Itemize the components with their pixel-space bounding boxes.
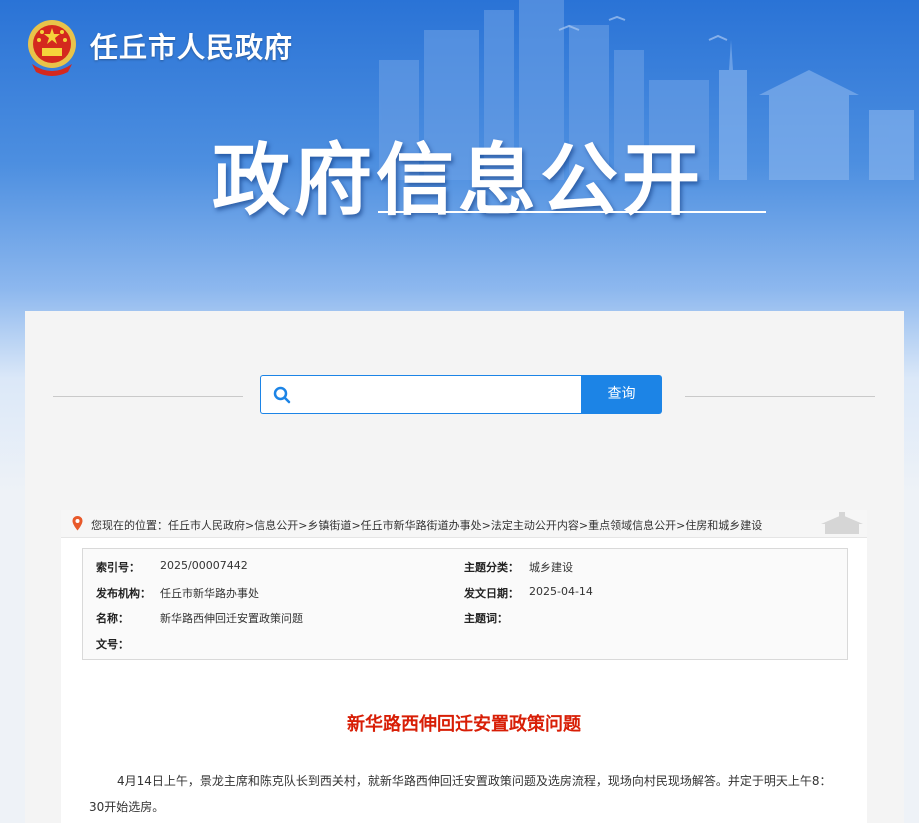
breadcrumb-prefix: 您现在的位置： [91, 519, 168, 532]
breadcrumb-separator: > [676, 519, 686, 532]
breadcrumb-path: 您现在的位置：任丘市人民政府>信息公开>乡镇街道>任丘市新华路街道办事处>法定主… [91, 517, 762, 533]
breadcrumb-separator: > [578, 519, 589, 532]
article-container: 您现在的位置：任丘市人民政府>信息公开>乡镇街道>任丘市新华路街道办事处>法定主… [61, 510, 867, 823]
title-underline [378, 211, 766, 213]
breadcrumb: 您现在的位置：任丘市人民政府>信息公开>乡镇街道>任丘市新华路街道办事处>法定主… [61, 510, 867, 538]
breadcrumb-item-office[interactable]: 任丘市新华路街道办事处 [361, 519, 482, 532]
keyword-label: 主题词： [464, 612, 508, 625]
name-value: 新华路西伸回迁安置政策问题 [160, 612, 303, 625]
org-label: 发布机构： [96, 587, 151, 600]
breadcrumb-separator: > [245, 519, 255, 532]
docno-label: 文号： [96, 638, 129, 651]
search-input[interactable] [301, 376, 575, 415]
location-pin-icon [72, 516, 83, 531]
breadcrumb-item-home[interactable]: 任丘市人民政府 [168, 519, 245, 532]
breadcrumb-separator: > [481, 519, 491, 532]
divider-left [53, 396, 243, 397]
date-label: 发文日期： [464, 587, 519, 600]
pavilion-decoration-icon [821, 512, 863, 534]
search-box[interactable] [260, 375, 581, 415]
divider-right [685, 396, 875, 397]
site-name[interactable]: 任丘市人民政府 [90, 26, 293, 66]
breadcrumb-item-statutory[interactable]: 法定主动公开内容 [491, 519, 579, 532]
document-metadata: 索引号： 2025/00007442 主题分类： 城乡建设 发布机构： 任丘市新… [82, 548, 848, 660]
breadcrumb-item-housing[interactable]: 住房和城乡建设 [685, 519, 762, 532]
topic-value: 城乡建设 [529, 561, 573, 574]
breadcrumb-item-key-areas[interactable]: 重点领域信息公开 [588, 519, 676, 532]
name-label: 名称： [96, 612, 129, 625]
index-label: 索引号： [96, 561, 140, 574]
national-emblem-icon [28, 20, 76, 76]
breadcrumb-item-info[interactable]: 信息公开 [254, 519, 298, 532]
page-banner-title: 政府信息公开 [212, 136, 705, 226]
topic-label: 主题分类： [464, 561, 519, 574]
index-value: 2025/00007442 [160, 559, 248, 572]
date-value: 2025-04-14 [529, 585, 593, 598]
article-paragraph: 4月14日上午，景龙主席和陈克队长到西关村，就新华路西伸回迁安置政策问题及选房流… [89, 774, 832, 814]
article-title: 新华路西伸回迁安置政策问题 [347, 714, 581, 735]
breadcrumb-item-towns[interactable]: 乡镇街道 [307, 519, 351, 532]
search-button[interactable]: 查询 [581, 375, 662, 414]
search-icon [273, 386, 291, 404]
org-value: 任丘市新华路办事处 [160, 587, 259, 600]
breadcrumb-separator: > [351, 519, 361, 532]
